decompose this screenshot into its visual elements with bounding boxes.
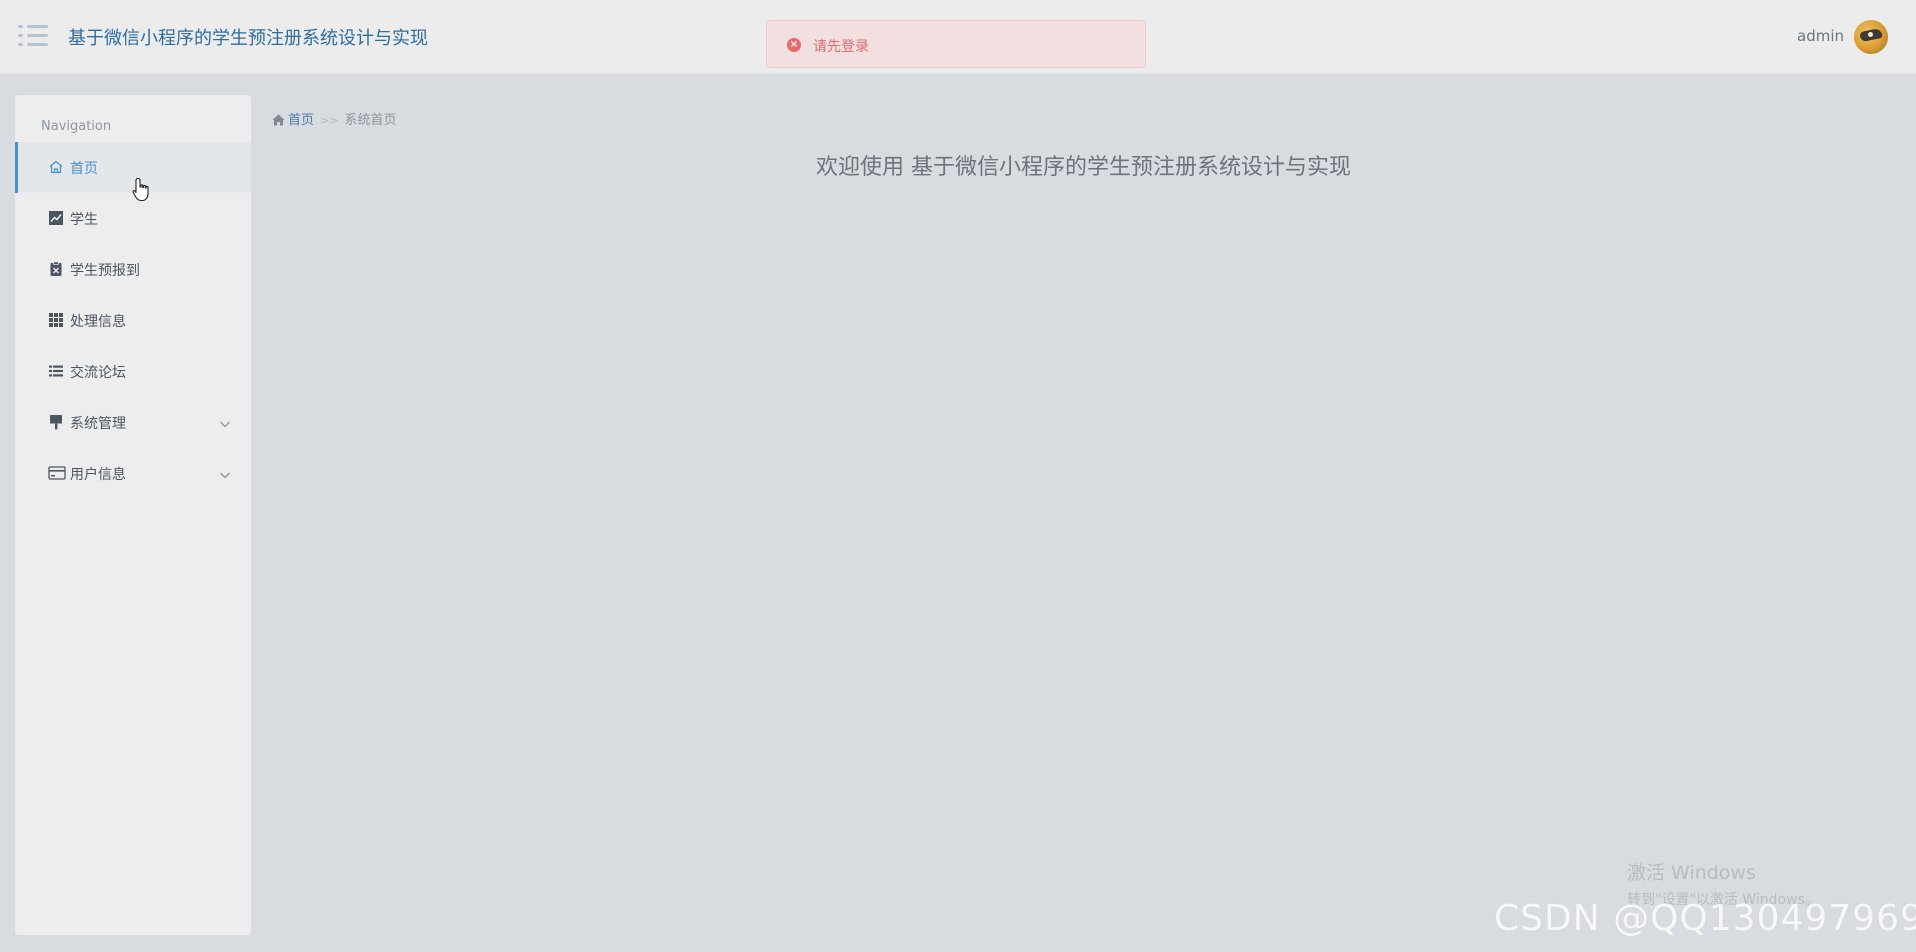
- breadcrumb-separator: >>: [320, 114, 339, 127]
- app-title: 基于微信小程序的学生预注册系统设计与实现: [68, 28, 428, 49]
- sidebar-item-label: 学生预报到: [70, 263, 140, 279]
- brush-icon: [48, 414, 64, 430]
- chevron-down-icon: [219, 415, 231, 428]
- error-circle-icon: ×: [787, 38, 801, 52]
- welcome-heading: 欢迎使用 基于微信小程序的学生预注册系统设计与实现: [816, 155, 1351, 180]
- sidebar-item-pre-registration[interactable]: 学生预报到: [15, 244, 251, 295]
- sidebar-item-user-info[interactable]: 用户信息: [15, 448, 251, 499]
- chevron-down-icon: [219, 466, 231, 479]
- clipboard-icon: [48, 261, 64, 277]
- sidebar-item-label: 用户信息: [70, 467, 126, 483]
- sidebar-item-label: 系统管理: [70, 416, 126, 432]
- csdn-watermark: CSDN @QQ1304979694: [1494, 898, 1916, 939]
- sidebar: Navigation 首页 学生 学生预报到 处理信息 交流论坛 系统管理 用户…: [15, 95, 251, 935]
- sidebar-item-process-info[interactable]: 处理信息: [15, 295, 251, 346]
- avatar[interactable]: [1854, 20, 1888, 54]
- sidebar-item-label: 首页: [70, 161, 98, 177]
- toast-message: 请先登录: [813, 39, 869, 55]
- breadcrumb-home-link[interactable]: 首页: [288, 113, 314, 128]
- home-icon: [272, 114, 285, 126]
- list-icon: [48, 363, 64, 379]
- line-chart-icon: [48, 210, 64, 226]
- breadcrumb-current: 系统首页: [344, 113, 397, 128]
- sidebar-item-label: 处理信息: [70, 314, 126, 330]
- sidebar-item-label: 学生: [70, 212, 98, 228]
- breadcrumb: 首页 >> 系统首页: [272, 109, 396, 128]
- windows-activation-title: 激活 Windows: [1627, 862, 1756, 884]
- card-icon: [48, 465, 66, 481]
- menu-toggle-icon[interactable]: [18, 23, 48, 49]
- sidebar-item-label: 交流论坛: [70, 365, 126, 381]
- sidebar-item-forum[interactable]: 交流论坛: [15, 346, 251, 397]
- grid-icon: [48, 312, 64, 328]
- sidebar-item-system-management[interactable]: 系统管理: [15, 397, 251, 448]
- home-icon: [48, 159, 64, 175]
- nav-header: Navigation: [41, 119, 112, 134]
- hand-cursor-icon: [132, 177, 152, 203]
- username[interactable]: admin: [1797, 27, 1844, 45]
- error-toast: × 请先登录: [766, 20, 1146, 68]
